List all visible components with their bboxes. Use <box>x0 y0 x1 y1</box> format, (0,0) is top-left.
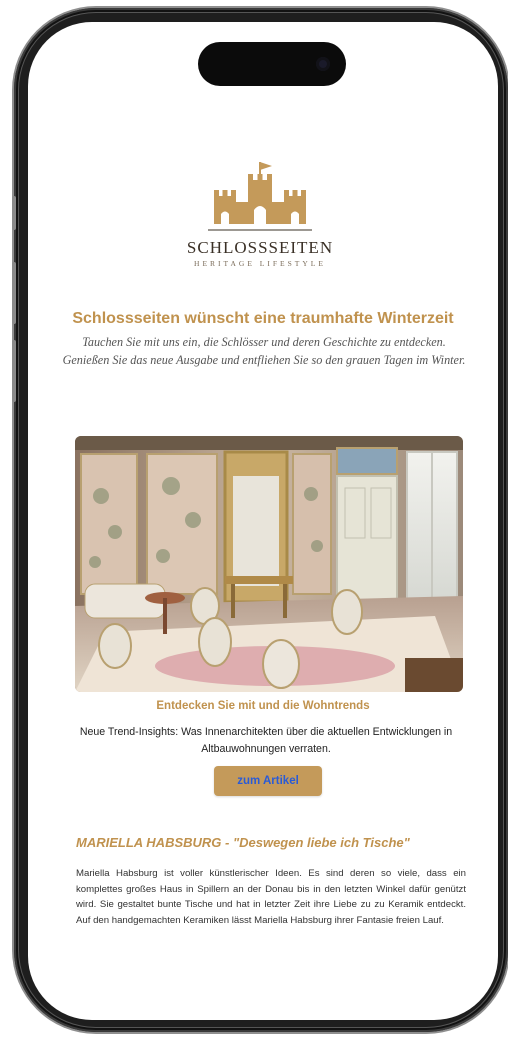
article-title[interactable]: MARIELLA HABSBURG - "Deswegen liebe ich … <box>76 835 476 850</box>
volume-up-button <box>12 262 16 324</box>
to-article-button[interactable]: zum Artikel <box>214 766 322 796</box>
interior-photo <box>75 436 463 692</box>
volume-down-button <box>12 340 16 402</box>
feature-text: Neue Trend-Insights: Was Innenarchitekte… <box>79 726 453 755</box>
action-button <box>12 196 16 230</box>
hero-image[interactable] <box>75 436 463 692</box>
newsletter-headline: Schlossseiten wünscht eine traumhafte Wi… <box>72 310 454 327</box>
brand-tagline: HERITAGE LIFESTYLE <box>194 259 326 268</box>
feature-title: Entdecken Sie mit und die Wohntrends <box>156 700 370 712</box>
article-text: Mariella Habsburg ist voller künstlerisc… <box>76 868 466 926</box>
castle-icon <box>208 162 312 231</box>
dynamic-island <box>198 42 346 86</box>
brand-name: SCHLOSSSEITEN <box>186 238 334 257</box>
newsletter-intro: Tauchen Sie mit uns ein, die Schlösser u… <box>62 335 466 367</box>
email-screen: SCHLOSSSEITEN HERITAGE LIFESTYLE Schloss… <box>28 22 498 1020</box>
schlossseiten-logo[interactable]: SCHLOSSSEITEN HERITAGE LIFESTYLE <box>178 160 342 288</box>
camera-icon <box>316 57 330 71</box>
